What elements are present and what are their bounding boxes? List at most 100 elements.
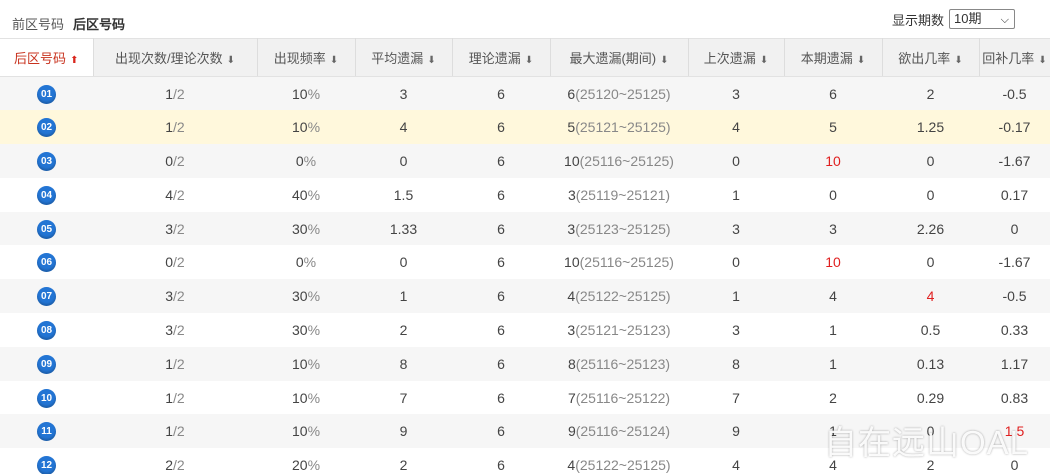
ball-number[interactable]: 10 — [37, 388, 56, 408]
ball-number[interactable]: 06 — [37, 253, 56, 273]
table-cell: 6 — [452, 279, 550, 314]
ball-number[interactable]: 05 — [37, 219, 56, 239]
ball-number[interactable]: 07 — [37, 287, 56, 307]
ball-number[interactable]: 04 — [37, 185, 56, 205]
column-header[interactable]: 平均遗漏 ⬇ — [355, 38, 453, 77]
frequency: 10 — [291, 355, 308, 372]
table-cell: 6 — [452, 448, 550, 474]
want-rate: 0 — [926, 423, 935, 440]
back-rate: -0.17 — [998, 119, 1031, 136]
ball-number[interactable]: 01 — [37, 84, 56, 104]
ball-number[interactable]: 02 — [37, 118, 56, 138]
ball-number[interactable]: 03 — [37, 151, 56, 171]
table-cell: 0.33 — [979, 313, 1050, 347]
sort-down-icon[interactable]: ⬇ — [660, 55, 668, 66]
column-header-label: 最大遗漏(期间) — [569, 51, 657, 66]
appear-count: 3 — [165, 220, 174, 237]
theory-miss: 6 — [497, 423, 505, 440]
last-miss: 4 — [732, 119, 740, 136]
ball-number[interactable]: 09 — [37, 354, 56, 374]
table-body: 01 1/2 10% 3 6 6(25120~25125) 3 6 2 -0.5 02 1/2 10% 4… — [0, 76, 1050, 474]
table-row: 01 1/2 10% 3 6 6(25120~25125) 3 6 2 -0.5 — [0, 76, 1050, 111]
average-miss: 1.33 — [389, 220, 418, 237]
table-cell: 0.83 — [979, 380, 1050, 415]
column-header[interactable]: 出现频率 ⬇ — [257, 38, 356, 77]
table-cell: 2/2 — [93, 448, 257, 474]
sort-down-icon[interactable]: ⬇ — [760, 55, 768, 66]
frequency-unit: % — [307, 457, 321, 474]
want-rate: 0.13 — [916, 355, 945, 372]
frequency-unit: % — [303, 254, 317, 271]
appear-count: 0 — [165, 254, 174, 271]
sort-down-icon[interactable]: ⬇ — [954, 55, 962, 66]
table-row: 10 1/2 10% 7 6 7(25116~25122) 7 2 0.29 0.83 — [0, 380, 1050, 415]
column-header-label: 欲出几率 — [898, 51, 951, 66]
table-cell: -1.67 — [979, 144, 1050, 178]
table-cell: 3/2 — [93, 211, 257, 246]
table-cell: 0 — [688, 245, 784, 280]
table-cell: 0.29 — [882, 380, 979, 415]
column-header[interactable]: 理论遗漏 ⬇ — [452, 38, 551, 77]
back-rate: 1.17 — [1000, 355, 1029, 372]
average-miss: 8 — [399, 355, 408, 372]
table-cell: 6 — [452, 76, 550, 111]
tab-back-zone[interactable]: 后区号码 — [73, 14, 125, 33]
table-cell: 4/2 — [93, 177, 257, 212]
current-miss: 4 — [829, 288, 837, 305]
column-header-label: 出现频率 — [273, 51, 326, 66]
table-cell: 6 — [452, 313, 550, 347]
column-header[interactable]: 后区号码 ⬆ — [0, 38, 94, 77]
table-cell: 10% — [257, 76, 355, 111]
sort-down-icon[interactable]: ⬇ — [857, 55, 865, 66]
table-cell: 0% — [257, 245, 355, 280]
current-miss: 1 — [829, 321, 837, 338]
table-cell: 7 — [355, 380, 452, 415]
want-rate: 1.25 — [916, 119, 945, 136]
theory-count: /2 — [173, 152, 185, 169]
sort-down-icon[interactable]: ⬇ — [427, 55, 435, 66]
last-miss: 0 — [732, 152, 740, 169]
stats-table: 后区号码 ⬆ 出现次数/理论次数 ⬇ 出现频率 ⬇ 平均遗漏 ⬇ 理论遗漏 ⬇ 最大遗漏(期间) ⬇ 上… — [0, 38, 1050, 474]
period-select[interactable]: 10期 ⌵ — [949, 9, 1015, 29]
sort-up-icon[interactable]: ⬆ — [70, 55, 78, 66]
current-miss: 3 — [829, 220, 837, 237]
column-header[interactable]: 出现次数/理论次数 ⬇ — [93, 38, 258, 77]
column-header-label: 本期遗漏 — [800, 51, 853, 66]
theory-miss: 6 — [497, 355, 505, 372]
sort-down-icon[interactable]: ⬇ — [525, 55, 533, 66]
table-cell: 1/2 — [93, 414, 257, 449]
column-header[interactable]: 最大遗漏(期间) ⬇ — [550, 38, 689, 77]
sort-down-icon[interactable]: ⬇ — [227, 55, 235, 66]
tab-front-zone[interactable]: 前区号码 — [12, 14, 64, 33]
back-rate: -1.67 — [998, 254, 1031, 271]
column-header[interactable]: 本期遗漏 ⬇ — [784, 38, 883, 77]
column-header[interactable]: 上次遗漏 ⬇ — [688, 38, 785, 77]
table-cell: -1.67 — [979, 245, 1050, 280]
table-cell: 03 — [0, 144, 93, 178]
frequency: 10 — [291, 85, 308, 102]
column-header[interactable]: 回补几率 ⬇ — [979, 38, 1050, 77]
max-miss-range: (25121~25123) — [575, 321, 671, 338]
table-cell: 2 — [882, 76, 979, 111]
last-miss: 8 — [732, 355, 740, 372]
column-header-label: 理论遗漏 — [468, 51, 521, 66]
table-cell: 0% — [257, 144, 355, 178]
sort-down-icon[interactable]: ⬇ — [1038, 55, 1046, 66]
column-header[interactable]: 欲出几率 ⬇ — [882, 38, 980, 77]
table-cell: 8 — [688, 346, 784, 381]
table-cell: 0/2 — [93, 245, 257, 280]
last-miss: 9 — [732, 423, 740, 440]
table-cell: 1/2 — [93, 76, 257, 111]
back-rate: -1.67 — [998, 152, 1031, 169]
appear-count: 1 — [165, 119, 174, 136]
sort-down-icon[interactable]: ⬇ — [330, 55, 338, 66]
want-rate: 0.5 — [920, 321, 941, 338]
ball-number[interactable]: 12 — [37, 456, 56, 474]
column-header-label: 平均遗漏 — [371, 51, 424, 66]
max-miss-range: (25116~25125) — [579, 254, 674, 271]
max-miss: 8 — [567, 355, 576, 372]
theory-miss: 6 — [497, 321, 505, 338]
table-cell: 30% — [257, 313, 355, 347]
ball-number[interactable]: 11 — [37, 422, 56, 442]
ball-number[interactable]: 08 — [37, 320, 56, 340]
